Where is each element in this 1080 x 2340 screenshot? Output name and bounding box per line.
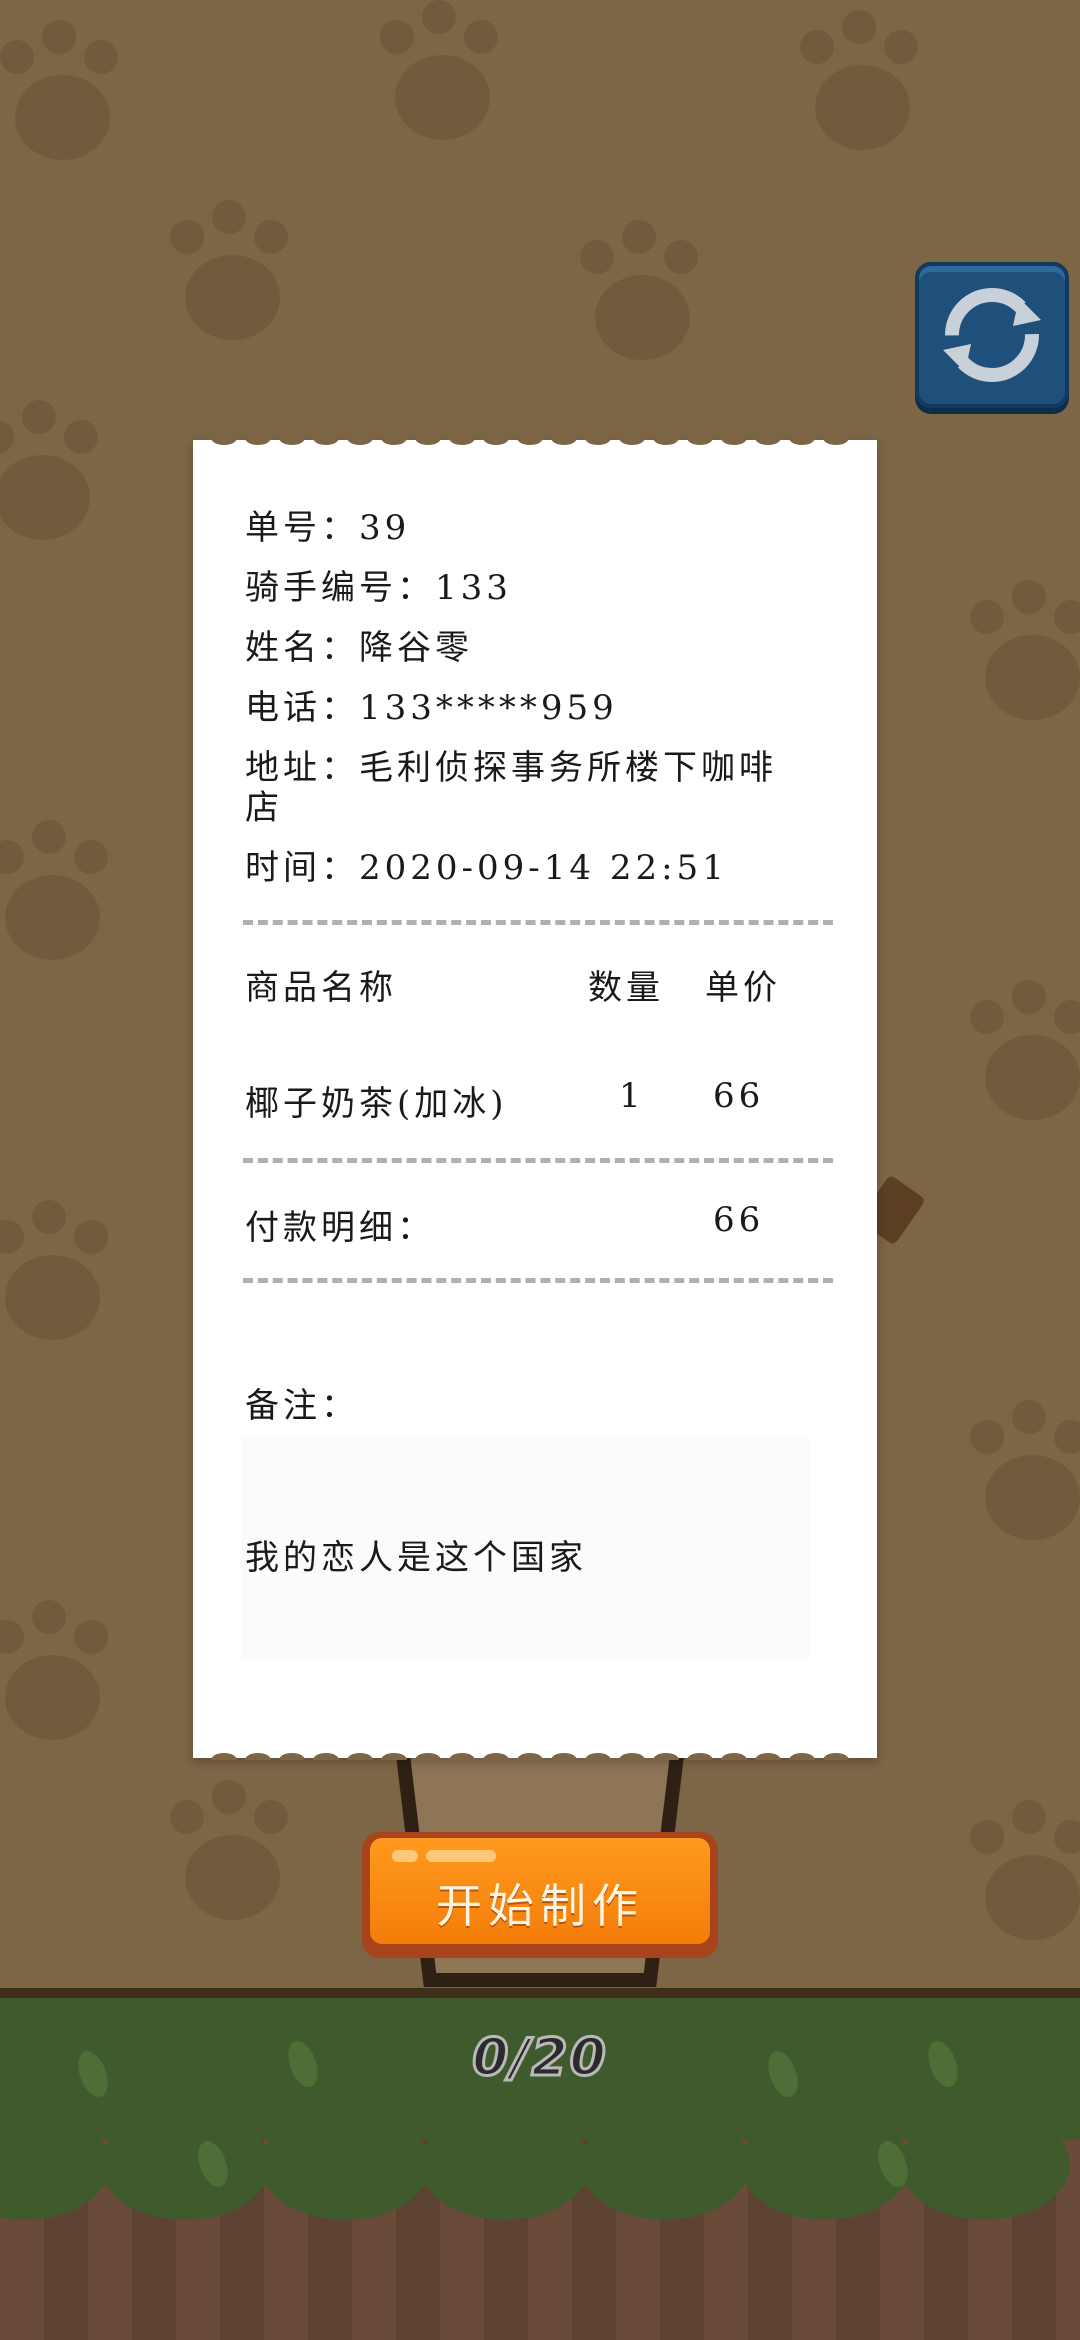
paw-print-decor	[950, 1800, 1080, 1950]
paw-print-decor	[0, 1600, 120, 1750]
item-qty: 1	[619, 1076, 645, 1116]
paw-print-decor	[950, 1400, 1080, 1550]
counter-edge	[0, 1988, 1080, 1998]
paw-print-decor	[950, 980, 1080, 1130]
order-number: 单号：39	[245, 508, 411, 548]
paw-print-decor	[780, 10, 930, 160]
column-header-qty: 数量	[588, 968, 664, 1008]
divider	[243, 1278, 833, 1283]
refresh-icon	[943, 288, 1041, 382]
payment-label: 付款明细：	[245, 1208, 435, 1248]
remark-text: 我的恋人是这个国家	[245, 1538, 587, 1578]
column-header-price: 单价	[705, 968, 781, 1008]
paw-print-decor	[0, 20, 130, 170]
paw-print-decor	[0, 400, 110, 550]
item-name: 椰子奶茶(加冰)	[245, 1084, 508, 1124]
rider-number: 骑手编号：133	[245, 568, 512, 608]
customer-name: 姓名：降谷零	[245, 628, 473, 668]
paw-print-decor	[950, 580, 1080, 730]
start-making-label: 开始制作	[436, 1879, 644, 1933]
item-price: 66	[713, 1076, 765, 1116]
refresh-button[interactable]	[915, 262, 1069, 408]
paw-print-decor	[0, 1200, 120, 1350]
paw-print-decor	[560, 220, 710, 370]
paw-print-decor	[150, 200, 300, 350]
customer-phone: 电话：133*****959	[245, 688, 618, 728]
order-receipt: 单号：39 骑手编号：133 姓名：降谷零 电话：133*****959 地址：…	[193, 438, 877, 1760]
customer-address-cont: 店	[245, 788, 283, 828]
paw-print-decor	[150, 1780, 300, 1930]
order-time: 时间：2020-09-14 22:51	[245, 848, 728, 888]
start-making-button[interactable]: 开始制作	[362, 1832, 718, 1958]
receipt-bottom-edge	[193, 1746, 877, 1760]
paw-print-decor	[0, 820, 120, 970]
customer-address: 地址：毛利侦探事务所楼下咖啡	[245, 748, 777, 788]
order-progress-counter: 0/20	[471, 2027, 608, 2090]
remark-label: 备注：	[245, 1386, 359, 1426]
receipt-top-edge	[193, 438, 877, 452]
divider	[243, 1158, 833, 1163]
paw-print-decor	[360, 0, 510, 150]
divider	[243, 920, 833, 925]
payment-total: 66	[713, 1200, 765, 1240]
column-header-item: 商品名称	[245, 968, 397, 1008]
